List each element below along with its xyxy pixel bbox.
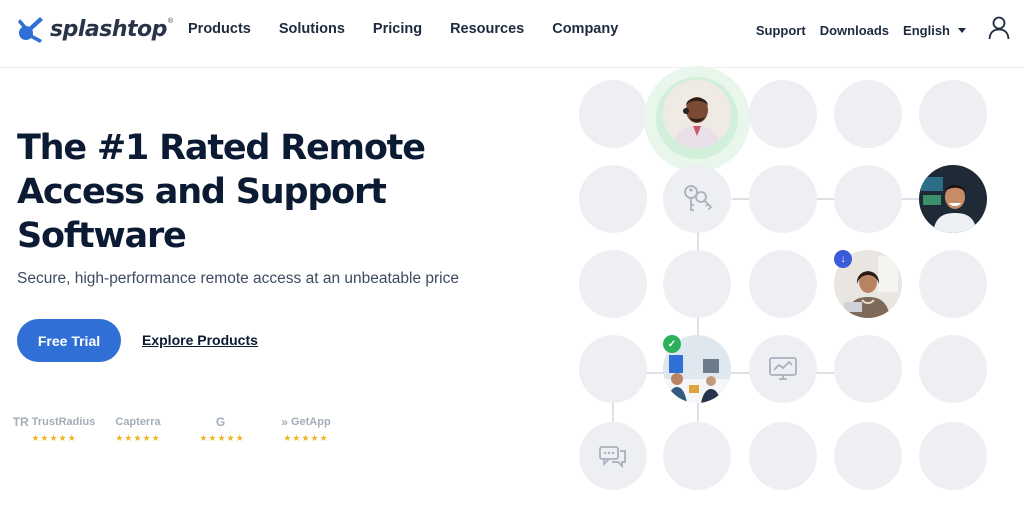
getapp-glyph: » xyxy=(281,415,288,429)
explore-products-link[interactable]: Explore Products xyxy=(142,332,258,348)
rating-getapp: » GetApp ★★★★★ xyxy=(269,414,343,444)
grid-circle xyxy=(749,422,817,490)
capterra-name: Capterra xyxy=(115,416,161,428)
splashtop-logo[interactable]: splashtop ® xyxy=(16,12,173,46)
brand-registered-mark: ® xyxy=(167,17,174,25)
grid-circle xyxy=(663,422,731,490)
g2-logo: G xyxy=(185,414,259,430)
grid-circle xyxy=(919,80,987,148)
agent-photo xyxy=(663,80,731,148)
monitor-chart-icon xyxy=(749,335,817,403)
site-header: splashtop ® Products Solutions Pricing R… xyxy=(0,0,1024,68)
grid-circle xyxy=(834,80,902,148)
free-trial-button[interactable]: Free Trial xyxy=(17,319,121,362)
nav-item-products[interactable]: Products xyxy=(188,20,251,38)
rating-capterra: Capterra ★★★★★ xyxy=(101,414,175,444)
developer-photo xyxy=(919,165,987,233)
language-label: English xyxy=(903,23,950,38)
chevron-down-icon xyxy=(958,28,966,33)
check-badge-icon: ✓ xyxy=(663,335,681,353)
rating-trustradius: TR TrustRadius ★★★★★ xyxy=(13,414,96,444)
grid-circle xyxy=(663,250,731,318)
grid-circle xyxy=(834,422,902,490)
brand-name: splashtop xyxy=(50,16,167,42)
grid-circle xyxy=(834,165,902,233)
star-rating: ★★★★★ xyxy=(31,433,77,443)
grid-circle xyxy=(579,165,647,233)
splashtop-logo-icon xyxy=(18,17,43,43)
grid-circle xyxy=(919,335,987,403)
nav-item-resources[interactable]: Resources xyxy=(450,20,524,38)
ratings-row: TR TrustRadius ★★★★★ Capterra ★★★★★ G ★★… xyxy=(13,414,353,444)
utility-nav: Support Downloads English xyxy=(742,16,1010,45)
nav-item-company[interactable]: Company xyxy=(552,20,618,38)
grid-circle xyxy=(579,335,647,403)
nav-item-pricing[interactable]: Pricing xyxy=(373,20,422,38)
star-rating: ★★★★★ xyxy=(283,433,329,443)
connector-line xyxy=(697,198,699,448)
main-nav: Products Solutions Pricing Resources Com… xyxy=(188,20,646,38)
grid-circle xyxy=(579,80,647,148)
grid-circle xyxy=(749,165,817,233)
getapp-logo: » GetApp xyxy=(269,414,343,430)
grid-circle xyxy=(919,250,987,318)
star-rating: ★★★★★ xyxy=(115,433,161,443)
trustradius-glyph: TR xyxy=(12,415,29,429)
hero-subline: Secure, high-performance remote access a… xyxy=(17,270,459,287)
chat-icon xyxy=(579,422,647,490)
capterra-logo: Capterra xyxy=(101,414,175,430)
language-selector[interactable]: English xyxy=(903,23,966,38)
hero-headline: The #1 Rated Remote Access and Support S… xyxy=(17,128,426,256)
g2-glyph: G xyxy=(215,415,226,429)
nav-item-solutions[interactable]: Solutions xyxy=(279,20,345,38)
trustradius-name: TrustRadius xyxy=(31,416,96,428)
getapp-name: GetApp xyxy=(290,416,331,428)
rating-g2: G ★★★★★ xyxy=(185,414,259,444)
grid-circle xyxy=(749,250,817,318)
star-rating: ★★★★★ xyxy=(199,433,245,443)
grid-circle xyxy=(579,250,647,318)
support-link[interactable]: Support xyxy=(756,23,806,38)
keys-icon xyxy=(663,165,731,233)
hero-illustration: ↓ ✓ xyxy=(570,66,1024,507)
grid-circle xyxy=(834,335,902,403)
downloads-link[interactable]: Downloads xyxy=(820,23,889,38)
trustradius-logo: TR TrustRadius xyxy=(13,414,96,430)
grid-circle xyxy=(919,422,987,490)
user-account-icon[interactable] xyxy=(988,16,1010,45)
grid-circle xyxy=(749,80,817,148)
download-badge-icon: ↓ xyxy=(834,250,852,268)
